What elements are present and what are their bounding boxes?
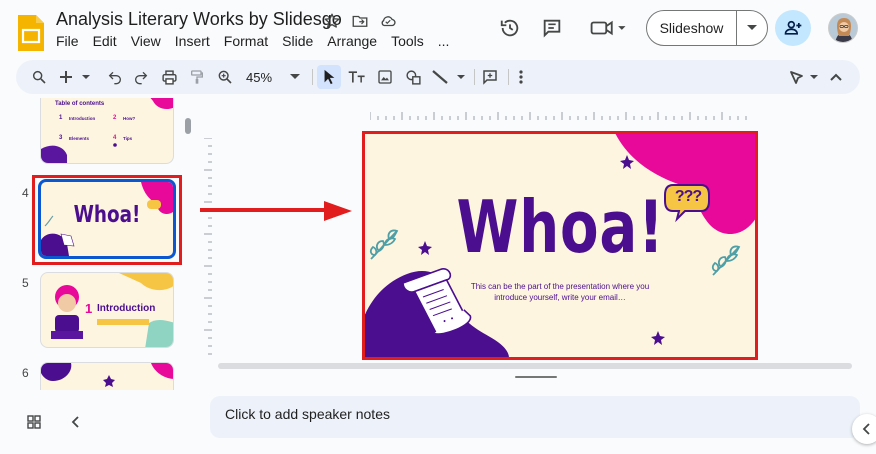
chevron-left-icon: [862, 423, 870, 435]
slides-logo-icon[interactable]: [16, 13, 46, 53]
image-icon[interactable]: [374, 65, 396, 89]
select-cursor-icon[interactable]: [317, 65, 341, 89]
toolbar-divider: [312, 69, 313, 85]
thumbnail-item-number: 4: [113, 135, 117, 141]
canvas-horizontal-scrollbar[interactable]: [218, 363, 852, 369]
chevron-down-icon: [290, 74, 300, 79]
avatar[interactable]: [828, 13, 858, 43]
history-icon[interactable]: [498, 16, 522, 40]
document-title[interactable]: Analysis Literary Works by Slidesgo: [56, 9, 342, 30]
move-to-folder-icon[interactable]: [350, 11, 370, 31]
thumbnail-decoration: [41, 363, 173, 387]
slide-thumbnail-5[interactable]: 1 Introduction: [40, 272, 174, 348]
collapse-filmstrip-icon[interactable]: [66, 412, 86, 432]
filmstrip-scrollbar[interactable]: [185, 118, 191, 134]
slideshow-label[interactable]: Slideshow: [647, 11, 737, 45]
thumbnail-item: Tips: [123, 136, 133, 141]
menu-format[interactable]: Format: [224, 33, 274, 49]
horizontal-ruler: [370, 112, 747, 120]
collapse-up-icon[interactable]: [826, 65, 846, 89]
slide-number: 6: [22, 366, 29, 380]
cloud-saved-icon[interactable]: [378, 11, 398, 31]
menu-insert[interactable]: Insert: [175, 33, 216, 49]
thumbnail-item: Elements: [69, 136, 90, 141]
menu-file[interactable]: File: [56, 33, 85, 49]
redo-icon[interactable]: [130, 65, 152, 89]
toolbar: 45%: [16, 60, 860, 94]
slide-thumbnail-3[interactable]: Table of contents 1 Introduction 2 How? …: [40, 98, 174, 164]
annotation-box-slide: [362, 131, 758, 360]
text-box-icon[interactable]: [346, 65, 368, 89]
zoom-icon[interactable]: [214, 65, 236, 89]
new-slide-plus-icon[interactable]: [58, 65, 92, 89]
menu-edit[interactable]: Edit: [93, 33, 123, 49]
shape-icon[interactable]: [402, 65, 424, 89]
thumbnail-title: Introduction: [97, 303, 156, 314]
toolbar-divider: [508, 69, 509, 85]
slide-thumbnail-6[interactable]: [40, 362, 174, 390]
share-add-person-icon: [784, 20, 802, 35]
menu-arrange[interactable]: Arrange: [327, 33, 383, 49]
thumbnail-item-number: 3: [59, 135, 63, 141]
paint-format-icon[interactable]: [186, 65, 208, 89]
thumbnail-item-number: 2: [113, 115, 117, 121]
thumbnail-item: How?: [123, 116, 136, 121]
notes-resize-handle[interactable]: [515, 376, 557, 378]
speaker-notes[interactable]: Click to add speaker notes: [210, 396, 860, 438]
comment-icon[interactable]: [540, 16, 564, 40]
vertical-ruler: [204, 138, 212, 355]
share-button[interactable]: [775, 10, 811, 46]
menu-view[interactable]: View: [131, 33, 167, 49]
slide-number: 5: [22, 276, 29, 290]
menu-more[interactable]: ...: [438, 33, 456, 49]
speaker-notes-placeholder: Click to add speaker notes: [225, 406, 390, 422]
grid-view-icon[interactable]: [24, 412, 44, 432]
slideshow-button[interactable]: Slideshow: [646, 10, 768, 46]
thumbnail-item: Introduction: [69, 116, 96, 121]
pen-icon[interactable]: [788, 65, 822, 89]
video-call-icon[interactable]: [588, 16, 630, 40]
zoom-select[interactable]: 45%: [242, 65, 304, 89]
toolbar-divider: [474, 69, 475, 85]
thumbnail-number-label: 1: [85, 301, 93, 316]
star-icon[interactable]: [322, 11, 342, 31]
menu-slide[interactable]: Slide: [282, 33, 319, 49]
undo-icon[interactable]: [104, 65, 126, 89]
comment-add-icon[interactable]: [478, 65, 502, 89]
more-vert-icon[interactable]: [512, 65, 530, 89]
zoom-value: 45%: [246, 69, 273, 85]
annotation-box-thumbnail: [32, 175, 182, 265]
line-icon[interactable]: [430, 65, 468, 89]
thumbnail-title: Table of contents: [55, 101, 105, 107]
side-panel-toggle[interactable]: [852, 414, 876, 444]
menu-bar: File Edit View Insert Format Slide Arran…: [56, 33, 463, 49]
menu-tools[interactable]: Tools: [391, 33, 430, 49]
print-icon[interactable]: [158, 65, 180, 89]
thumbnail-item-number: 1: [59, 115, 63, 121]
slide-number: 4: [22, 186, 29, 200]
thumbnail-decoration: [41, 98, 173, 163]
chevron-down-icon[interactable]: [737, 25, 767, 31]
search-icon[interactable]: [28, 65, 50, 89]
annotation-arrow-icon: [200, 201, 352, 221]
